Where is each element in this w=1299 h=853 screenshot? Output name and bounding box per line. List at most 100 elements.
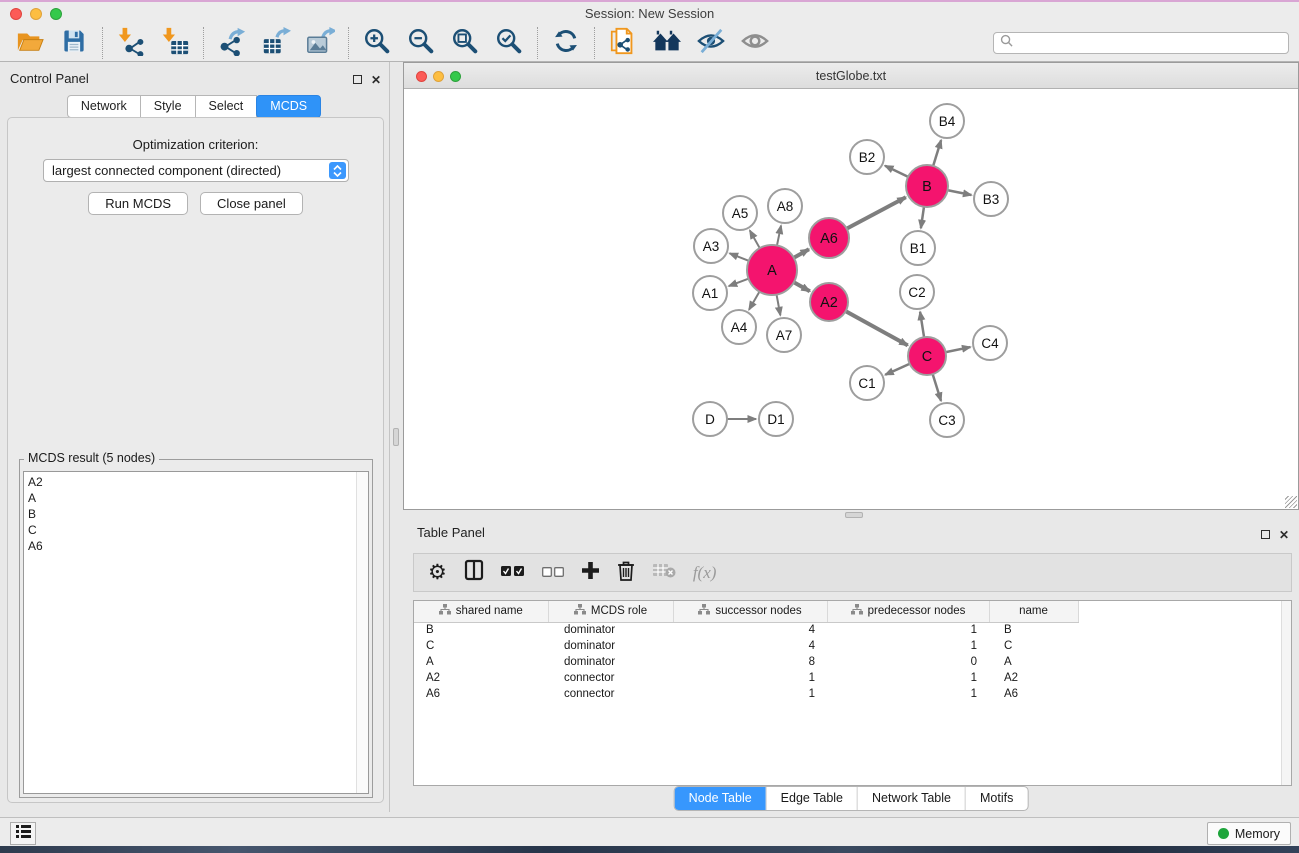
hide-selected-button[interactable] bbox=[691, 26, 731, 60]
table-cell[interactable]: connector bbox=[548, 670, 673, 686]
export-table-button[interactable] bbox=[256, 26, 296, 60]
network-canvas[interactable]: B4B2BB3A8A5A6A3B1AA1C2A2A4A7C4CC1C3DD1 bbox=[404, 90, 1298, 509]
graph-edge-C-C4[interactable] bbox=[945, 347, 971, 352]
table-cell[interactable]: dominator bbox=[548, 622, 673, 638]
table-cell[interactable]: 1 bbox=[827, 670, 989, 686]
tab-network[interactable]: Network bbox=[67, 95, 141, 118]
float-panel-icon[interactable] bbox=[353, 71, 362, 89]
run-mcds-button[interactable]: Run MCDS bbox=[88, 192, 188, 215]
show-all-networks-button[interactable] bbox=[647, 26, 687, 60]
table-cell[interactable]: C bbox=[989, 638, 1078, 654]
mcds-result-item[interactable]: A2 bbox=[28, 474, 368, 490]
graph-edge-B-B3[interactable] bbox=[947, 190, 972, 195]
tab-motifs[interactable]: Motifs bbox=[965, 787, 1027, 810]
memory-button[interactable]: Memory bbox=[1207, 822, 1291, 845]
table-cell[interactable]: 1 bbox=[673, 686, 827, 702]
table-scrollbar[interactable] bbox=[1281, 601, 1291, 785]
import-table-button[interactable] bbox=[155, 26, 195, 60]
show-selected-button[interactable] bbox=[735, 26, 775, 60]
save-session-button[interactable] bbox=[54, 26, 94, 60]
table-cell[interactable]: dominator bbox=[548, 654, 673, 670]
graph-edge-A-A2[interactable] bbox=[793, 282, 810, 291]
graph-edge-A-A8[interactable] bbox=[777, 226, 781, 247]
table-cell[interactable]: C bbox=[414, 638, 548, 654]
column-header-name[interactable]: name bbox=[989, 601, 1078, 622]
graph-edge-A6-B[interactable] bbox=[846, 197, 906, 229]
column-header-predecessor-nodes[interactable]: predecessor nodes bbox=[827, 601, 989, 622]
table-cell[interactable]: 1 bbox=[827, 686, 989, 702]
import-network-button[interactable] bbox=[111, 26, 151, 60]
table-cell[interactable]: A2 bbox=[414, 670, 548, 686]
search-input[interactable] bbox=[1017, 36, 1282, 50]
table-cell[interactable]: 1 bbox=[827, 622, 989, 638]
graph-edge-C-C2[interactable] bbox=[920, 312, 924, 338]
table-row[interactable]: Bdominator41B bbox=[414, 622, 1078, 638]
float-panel-icon[interactable] bbox=[1261, 526, 1270, 544]
table-cell[interactable]: A6 bbox=[989, 686, 1078, 702]
select-all-columns-button[interactable] bbox=[501, 564, 525, 582]
graph-edge-A-A5[interactable] bbox=[750, 230, 760, 249]
table-cell[interactable]: connector bbox=[548, 686, 673, 702]
vertical-splitter-handle[interactable] bbox=[393, 428, 399, 446]
table-cell[interactable]: 1 bbox=[673, 670, 827, 686]
table-row[interactable]: Adominator80A bbox=[414, 654, 1078, 670]
graph-edge-B-B1[interactable] bbox=[921, 206, 924, 228]
mcds-result-list[interactable]: A2ABCA6 bbox=[23, 471, 369, 794]
table-cell[interactable]: 8 bbox=[673, 654, 827, 670]
table-cell[interactable]: dominator bbox=[548, 638, 673, 654]
task-history-button[interactable] bbox=[10, 822, 36, 845]
table-row[interactable]: A2connector11A2 bbox=[414, 670, 1078, 686]
open-session-button[interactable] bbox=[10, 26, 50, 60]
export-network-button[interactable] bbox=[212, 26, 252, 60]
search-field[interactable] bbox=[993, 32, 1289, 54]
mcds-result-item[interactable]: A bbox=[28, 490, 368, 506]
mcds-result-item[interactable]: A6 bbox=[28, 538, 368, 554]
table-cell[interactable]: B bbox=[414, 622, 548, 638]
graph-edge-B-B4[interactable] bbox=[933, 140, 941, 167]
table-row[interactable]: A6connector11A6 bbox=[414, 686, 1078, 702]
tab-node-table[interactable]: Node Table bbox=[675, 787, 766, 810]
zoom-out-button[interactable] bbox=[401, 26, 441, 60]
tab-edge-table[interactable]: Edge Table bbox=[766, 787, 857, 810]
table-row[interactable]: Cdominator41C bbox=[414, 638, 1078, 654]
horizontal-splitter-handle[interactable] bbox=[845, 512, 863, 518]
tab-select[interactable]: Select bbox=[195, 95, 258, 118]
graph-edge-A-A7[interactable] bbox=[776, 294, 780, 316]
column-header-shared-name[interactable]: shared name bbox=[414, 601, 548, 622]
graph-edge-A-A4[interactable] bbox=[749, 291, 760, 310]
close-panel-button[interactable]: Close panel bbox=[200, 192, 303, 215]
table-cell[interactable]: B bbox=[989, 622, 1078, 638]
column-header-MCDS-role[interactable]: MCDS role bbox=[548, 601, 673, 622]
table-cell[interactable]: 4 bbox=[673, 622, 827, 638]
graph-edge-A-A1[interactable] bbox=[729, 278, 750, 286]
close-panel-icon[interactable]: ✕ bbox=[371, 71, 381, 89]
graph-edge-A-A6[interactable] bbox=[793, 249, 809, 258]
table-cell[interactable]: 4 bbox=[673, 638, 827, 654]
table-cell[interactable]: 0 bbox=[827, 654, 989, 670]
tab-network-table[interactable]: Network Table bbox=[857, 787, 965, 810]
table-cell[interactable]: A2 bbox=[989, 670, 1078, 686]
window-resize-grip[interactable] bbox=[1285, 496, 1297, 508]
zoom-fit-button[interactable] bbox=[445, 26, 485, 60]
table-cell[interactable]: A bbox=[414, 654, 548, 670]
column-header-successor-nodes[interactable]: successor nodes bbox=[673, 601, 827, 622]
table-cell[interactable]: A bbox=[989, 654, 1078, 670]
add-column-button[interactable] bbox=[581, 561, 600, 585]
mcds-result-item[interactable]: B bbox=[28, 506, 368, 522]
mcds-result-item[interactable]: C bbox=[28, 522, 368, 538]
criterion-select[interactable]: largest connected component (directed) bbox=[43, 159, 349, 182]
graph-edge-A2-C[interactable] bbox=[845, 311, 908, 346]
zoom-in-button[interactable] bbox=[357, 26, 397, 60]
refresh-button[interactable] bbox=[546, 26, 586, 60]
deselect-all-columns-button[interactable] bbox=[542, 564, 564, 582]
table-settings-button[interactable]: ⚙ bbox=[428, 562, 447, 583]
tab-style[interactable]: Style bbox=[140, 95, 196, 118]
delete-column-button[interactable] bbox=[617, 560, 635, 586]
zoom-selected-button[interactable] bbox=[489, 26, 529, 60]
tab-mcds[interactable]: MCDS bbox=[256, 95, 321, 118]
mcds-list-scrollbar[interactable] bbox=[356, 472, 368, 793]
table-cell[interactable]: 1 bbox=[827, 638, 989, 654]
graph-edge-C-C1[interactable] bbox=[885, 363, 910, 374]
graph-edge-C-C3[interactable] bbox=[932, 373, 941, 401]
show-columns-button[interactable] bbox=[464, 559, 484, 586]
